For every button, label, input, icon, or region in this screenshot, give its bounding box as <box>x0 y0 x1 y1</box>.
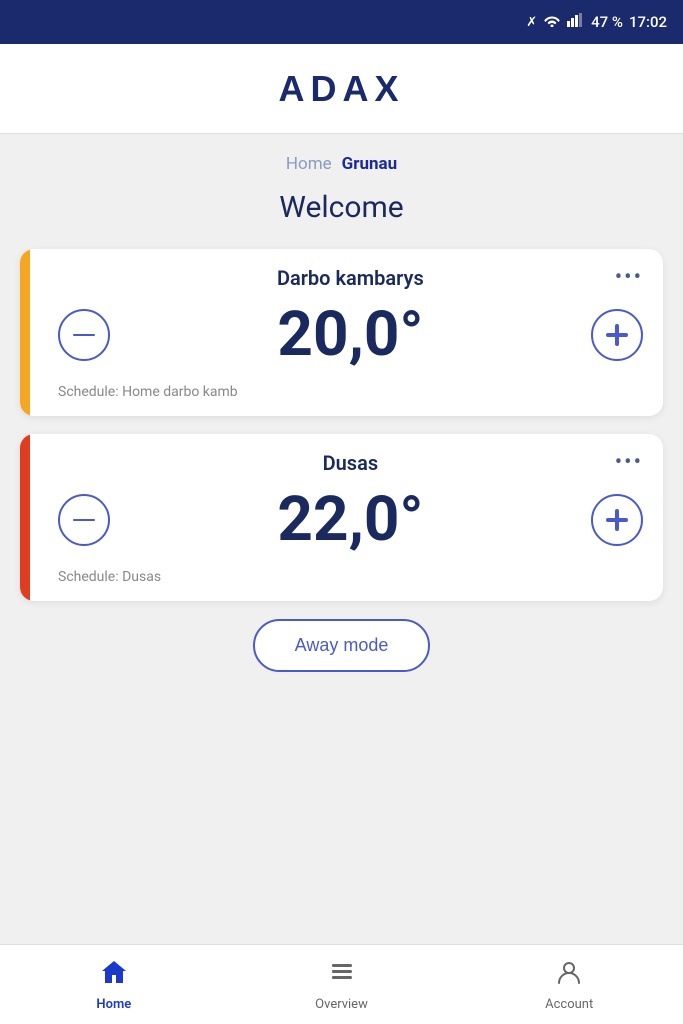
time-display: 17:02 <box>629 13 667 31</box>
battery-percentage: 47 % <box>591 13 623 31</box>
nav-item-overview[interactable]: Overview <box>228 958 456 1012</box>
schedule-1: Schedule: Home darbo kamb <box>58 384 238 400</box>
bottom-navigation: Home Overview Account <box>0 944 683 1024</box>
device-menu-2[interactable]: ••• <box>615 450 643 475</box>
device-card-1: Darbo kambarys ••• 20,0° Schedule: Hom <box>20 249 663 416</box>
device-name-1: Darbo kambarys <box>86 266 615 290</box>
nav-item-home[interactable]: Home <box>0 958 228 1012</box>
decrease-temp-1[interactable] <box>58 309 110 361</box>
app-header: ADAX <box>0 44 683 134</box>
status-icons: ✗ 47 % 17:02 <box>526 13 667 31</box>
nav-label-home: Home <box>96 997 131 1012</box>
overview-icon <box>328 958 356 993</box>
device-menu-1[interactable]: ••• <box>615 265 643 290</box>
decrease-temp-2[interactable] <box>58 494 110 546</box>
breadcrumb-home[interactable]: Home <box>286 154 332 174</box>
increase-temp-1[interactable] <box>591 309 643 361</box>
nav-item-account[interactable]: Account <box>455 958 683 1012</box>
away-mode-container: Away mode <box>20 619 663 672</box>
account-icon <box>555 958 583 993</box>
main-content: Home Grunau Welcome Darbo kambarys ••• 2… <box>0 134 683 944</box>
card-controls-1: 20,0° <box>58 298 643 371</box>
home-icon <box>100 958 128 993</box>
app-logo: ADAX <box>278 68 404 110</box>
away-mode-button[interactable]: Away mode <box>253 619 431 672</box>
card-inner-2: Dusas ••• 22,0° Schedule: Dusas <box>58 450 643 585</box>
temperature-1: 20,0° <box>277 298 423 371</box>
card-accent-2 <box>20 434 30 601</box>
bluetooth-icon: ✗ <box>526 15 537 30</box>
welcome-title: Welcome <box>20 190 663 225</box>
nav-label-overview: Overview <box>315 997 368 1012</box>
status-bar: ✗ 47 % 17:02 <box>0 0 683 44</box>
breadcrumb-active[interactable]: Grunau <box>342 154 397 174</box>
card-controls-2: 22,0° <box>58 483 643 556</box>
breadcrumb: Home Grunau <box>20 154 663 174</box>
signal-icon <box>567 13 585 31</box>
card-header-2: Dusas ••• <box>58 450 643 475</box>
schedule-2: Schedule: Dusas <box>58 569 161 585</box>
wifi-icon <box>543 13 561 31</box>
device-card-2: Dusas ••• 22,0° Schedule: Dusas <box>20 434 663 601</box>
temperature-2: 22,0° <box>277 483 423 556</box>
increase-temp-2[interactable] <box>591 494 643 546</box>
device-name-2: Dusas <box>86 451 615 475</box>
card-accent-1 <box>20 249 30 416</box>
card-inner-1: Darbo kambarys ••• 20,0° Schedule: Hom <box>58 265 643 400</box>
nav-label-account: Account <box>545 997 593 1012</box>
card-header-1: Darbo kambarys ••• <box>58 265 643 290</box>
